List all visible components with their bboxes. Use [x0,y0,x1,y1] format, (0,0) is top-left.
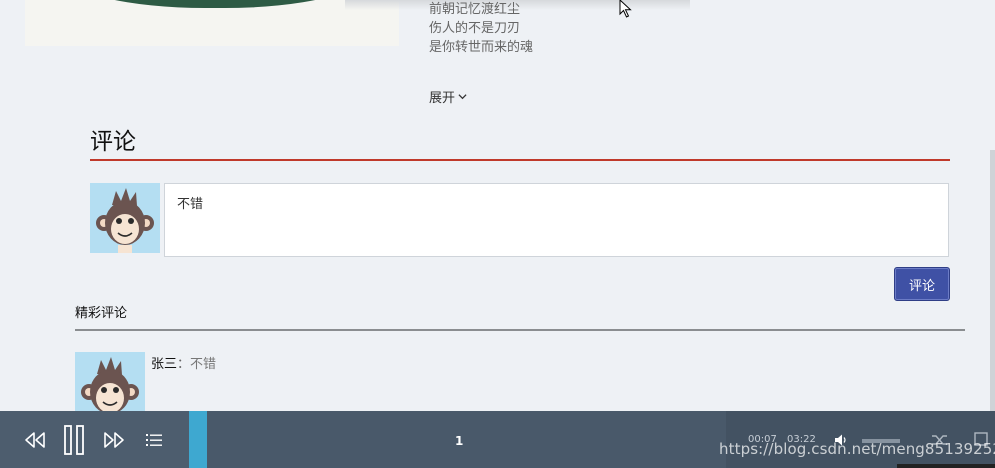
progress-bar-fill[interactable] [189,411,207,468]
mouse-cursor-icon [619,0,632,18]
expand-label: 展开 [429,91,456,106]
album-cover-image [25,0,399,46]
heading-divider [90,159,950,161]
taskbar-edge [897,464,995,468]
monkey-avatar-icon [90,183,160,253]
album-cover-leaf [65,0,365,8]
lyrics-panel: 前朝记忆渡红尘 伤人的不是刀刃 是你转世而来的魂 [429,0,533,57]
track-number: 1 [455,434,464,448]
pause-icon[interactable] [63,425,85,455]
featured-divider [75,329,965,331]
player-controls [0,411,189,468]
comment-separator: ： [177,357,191,372]
scrollbar[interactable] [990,150,995,412]
comments-heading: 评论 [90,129,136,155]
comment-body: 不错 [190,357,217,372]
avatar [90,183,160,253]
submit-comment-button[interactable]: 评论 [894,267,950,301]
comment-username[interactable]: 张三 [151,357,177,372]
playlist-icon[interactable] [146,433,162,447]
comment-input[interactable]: 不错 [164,183,949,257]
watermark-text: https://blog.csdn.net/meng851392528 [719,440,995,458]
lyric-line: 是你转世而来的魂 [429,40,534,55]
list-item: 张三：不错 [151,353,216,372]
lyric-line: 伤人的不是刀刃 [429,21,521,36]
expand-lyrics-button[interactable]: 展开 [429,87,467,106]
lyric-line: 前朝记忆渡红尘 [429,2,521,17]
fast-forward-icon[interactable] [103,431,125,449]
chevron-down-icon [458,94,467,100]
rewind-icon[interactable] [24,431,46,449]
featured-comments-heading: 精彩评论 [75,306,128,321]
